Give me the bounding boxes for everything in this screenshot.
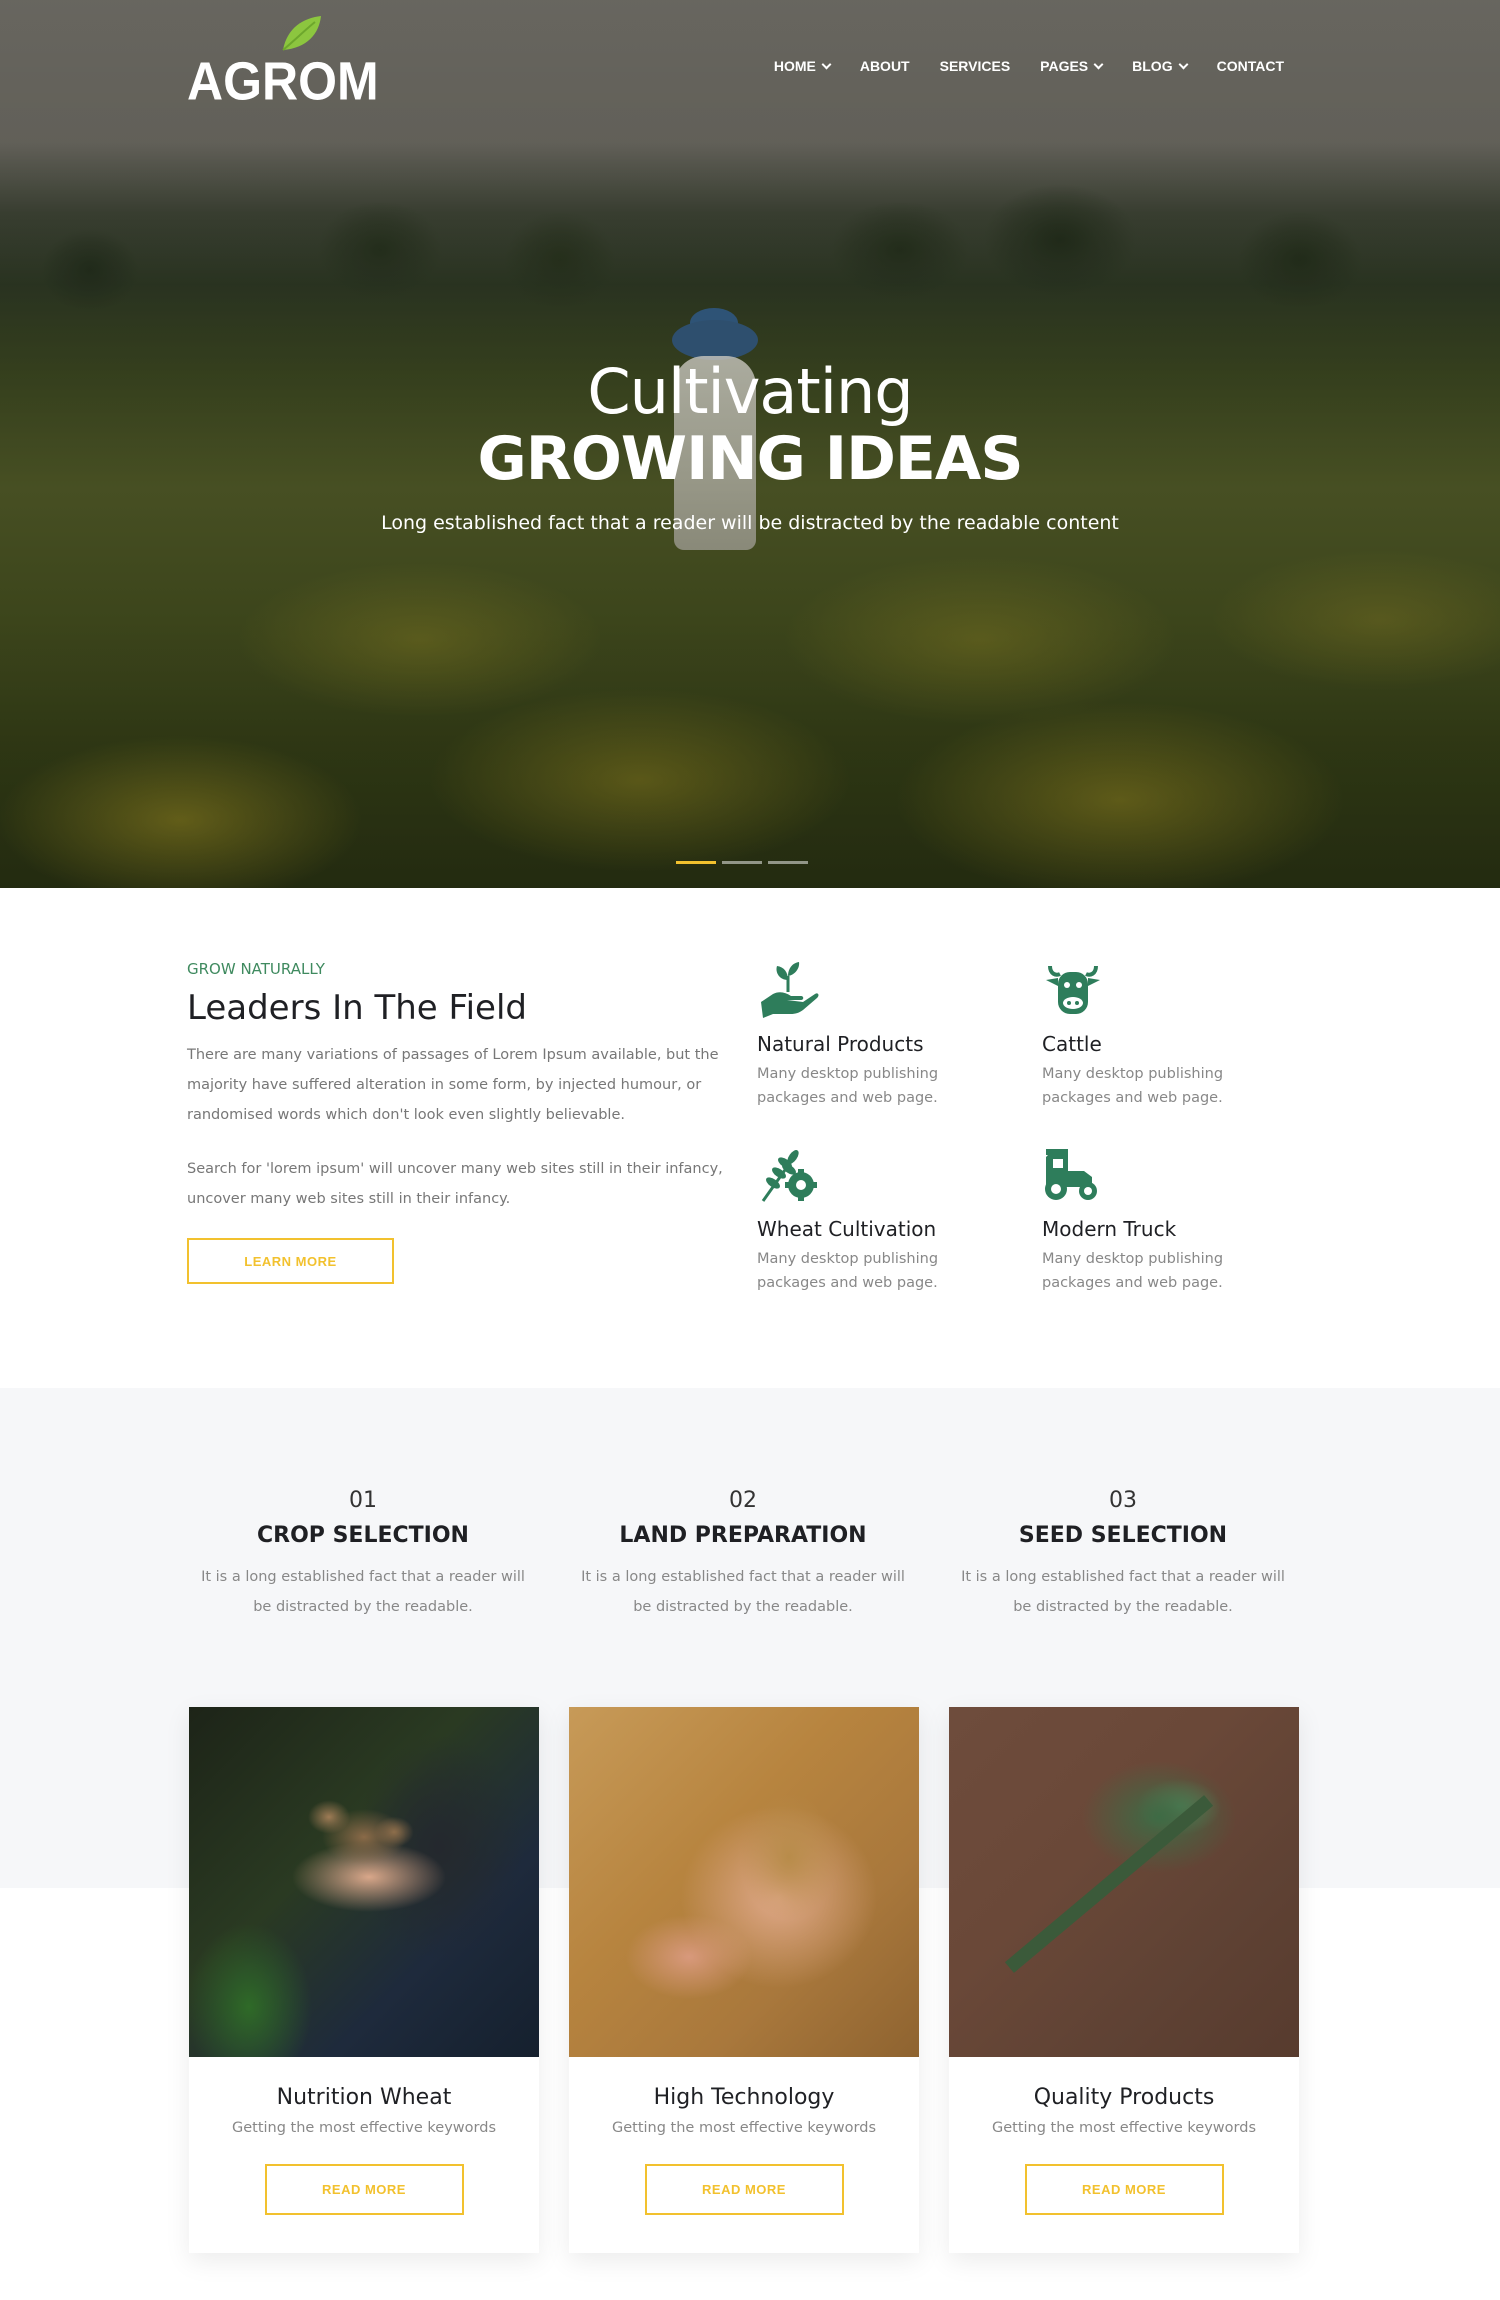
nav-item-about[interactable]: ABOUT	[860, 58, 910, 74]
card-image-grain-hand	[569, 1707, 919, 2057]
card-title: Nutrition Wheat	[276, 2085, 452, 2110]
logo[interactable]: AGROM	[187, 16, 379, 112]
card-title: High Technology	[653, 2085, 835, 2110]
main-nav: HOME ABOUT SERVICES PAGES BLOG CONTACT	[774, 58, 1284, 74]
feature-title: Natural Products	[757, 1032, 924, 1056]
feature-description: Many desktop publishing packages and web…	[1042, 1066, 1224, 1106]
feature-description: Many desktop publishing packages and web…	[757, 1251, 939, 1291]
step-crop-selection: 01 CROP SELECTION It is a long establish…	[193, 1488, 533, 1622]
chevron-down-icon	[1093, 59, 1104, 69]
step-title: SEED SELECTION	[1018, 1523, 1228, 1548]
nav-label: BLOG	[1132, 58, 1173, 74]
step-description: It is a long established fact that a rea…	[201, 1569, 525, 1615]
nav-item-blog[interactable]: BLOG	[1132, 58, 1189, 74]
cow-icon	[1046, 965, 1100, 1014]
card-title: Quality Products	[1033, 2085, 1215, 2110]
read-more-button[interactable]: READ MORE	[1024, 2164, 1224, 2215]
feature-description: Many desktop publishing packages and web…	[1042, 1251, 1224, 1291]
hero-subtitle: Cultivating	[587, 355, 913, 428]
feature-modern-truck: Modern Truck Many desktop publishing pac…	[1042, 1143, 1282, 1295]
about-section: GROW NATURALLY Leaders In The Field Ther…	[0, 888, 1500, 1388]
step-title: CROP SELECTION	[257, 1523, 469, 1548]
about-paragraph-2: Search for 'lorem ipsum' will uncover ma…	[187, 1161, 723, 1207]
nav-label: PAGES	[1040, 58, 1089, 74]
card-quality-products: Quality Products Getting the most effect…	[949, 1707, 1299, 2253]
card-image-harvester	[949, 1707, 1299, 2057]
nav-label: CONTACT	[1216, 58, 1284, 74]
nav-label: ABOUT	[859, 58, 910, 74]
nav-item-pages[interactable]: PAGES	[1040, 58, 1104, 74]
feature-title: Cattle	[1042, 1032, 1102, 1056]
card-description: Getting the most effective keywords	[611, 2120, 877, 2136]
card-description: Getting the most effective keywords	[231, 2120, 497, 2136]
hero-content: Cultivating GROWING IDEAS Long establish…	[0, 355, 1500, 534]
card-high-technology: High Technology Getting the most effecti…	[569, 1707, 919, 2253]
learn-more-button[interactable]: LEARN MORE	[187, 1238, 394, 1284]
read-more-button[interactable]: READ MORE	[264, 2164, 464, 2215]
step-seed-selection: 03 SEED SELECTION It is a long establish…	[953, 1488, 1293, 1622]
card-description: Getting the most effective keywords	[991, 2120, 1257, 2136]
feature-natural-products: Natural Products Many desktop publishing…	[757, 958, 997, 1110]
chevron-down-icon	[821, 59, 832, 69]
card-image-potatoes	[189, 1707, 539, 2057]
hero-section: AGROM HOME ABOUT SERVICES PAGES BLOG CON…	[0, 0, 1500, 888]
slider-dot-2[interactable]	[722, 861, 762, 864]
hand-plant-icon	[761, 962, 819, 1018]
feature-wheat-cultivation: Wheat Cultivation Many desktop publishin…	[757, 1143, 997, 1295]
slider-dot-3[interactable]	[768, 861, 808, 864]
chevron-down-icon	[1178, 59, 1189, 69]
tractor-icon	[1045, 1149, 1097, 1200]
step-title: LAND PREPARATION	[619, 1523, 867, 1548]
step-number: 02	[729, 1488, 757, 1513]
about-paragraph-1: There are many variations of passages of…	[187, 1047, 719, 1123]
step-number: 03	[1109, 1488, 1137, 1513]
hero-description: Long established fact that a reader will…	[381, 512, 1119, 534]
leaf-icon	[282, 16, 321, 51]
nav-item-contact[interactable]: CONTACT	[1217, 58, 1284, 74]
step-description: It is a long established fact that a rea…	[581, 1569, 905, 1615]
feature-description: Many desktop publishing packages and web…	[757, 1066, 939, 1106]
step-number: 01	[349, 1488, 377, 1513]
step-land-preparation: 02 LAND PREPARATION It is a long establi…	[573, 1488, 913, 1622]
feature-title: Wheat Cultivation	[757, 1217, 937, 1241]
hero-title: GROWING IDEAS	[477, 424, 1023, 494]
feature-title: Modern Truck	[1042, 1217, 1177, 1241]
nav-item-services[interactable]: SERVICES	[940, 58, 1011, 74]
nav-label: HOME	[773, 58, 816, 74]
slider-dots	[676, 861, 808, 864]
section-title: Leaders In The Field	[187, 988, 527, 1028]
wheat-gear-icon	[761, 1150, 817, 1202]
feature-cattle: Cattle Many desktop publishing packages …	[1042, 958, 1282, 1110]
read-more-button[interactable]: READ MORE	[644, 2164, 844, 2215]
card-nutrition-wheat: Nutrition Wheat Getting the most effecti…	[189, 1707, 539, 2253]
slider-dot-1[interactable]	[676, 861, 716, 864]
nav-label: SERVICES	[939, 58, 1011, 74]
step-description: It is a long established fact that a rea…	[961, 1569, 1285, 1615]
nav-item-home[interactable]: HOME	[773, 58, 832, 74]
logo-text: AGROM	[187, 50, 379, 112]
section-eyebrow: GROW NATURALLY	[187, 960, 325, 978]
